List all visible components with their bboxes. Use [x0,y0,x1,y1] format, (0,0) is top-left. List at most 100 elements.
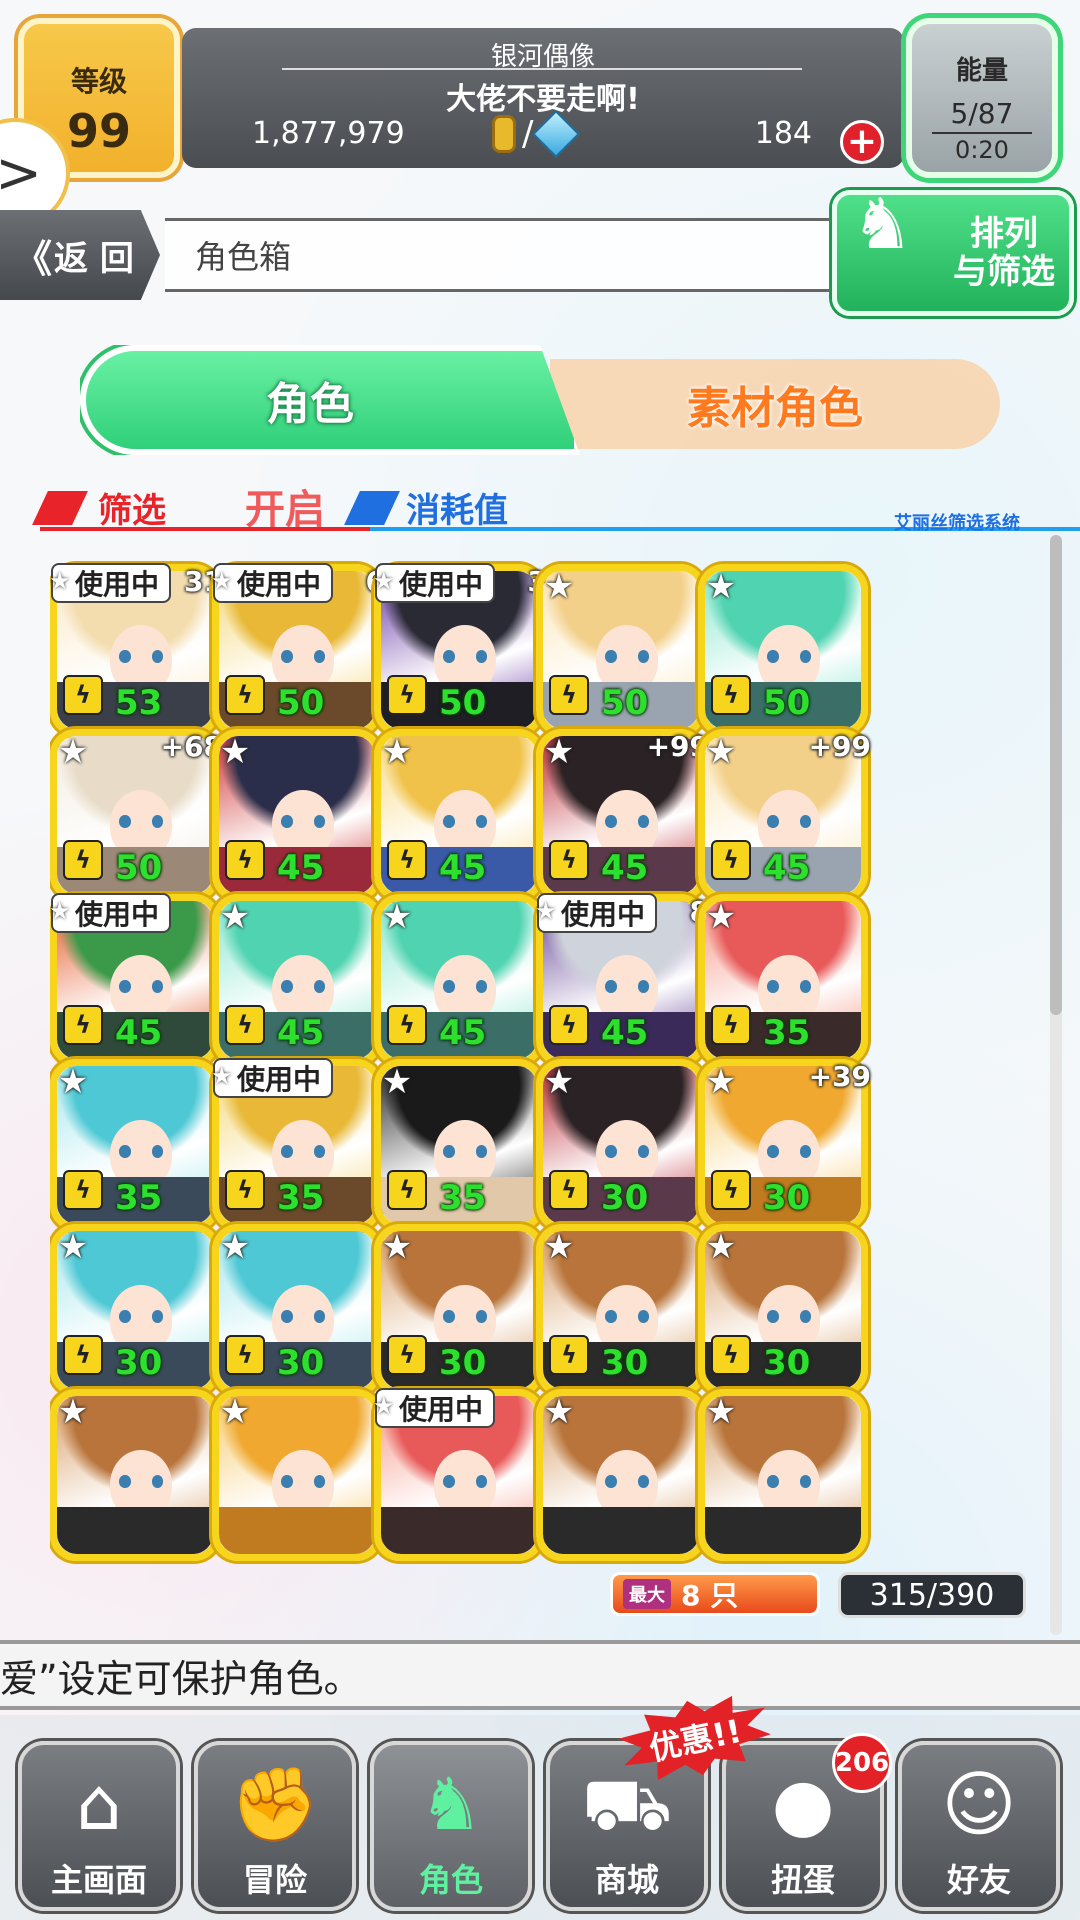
title-divider [282,68,802,70]
character-card[interactable]: 使用中31ϟ53★★★★★★ [50,563,223,743]
cost-bolt-icon: ϟ [387,1335,427,1375]
character-card[interactable]: ★ ϟ 35 ★★★★★★ [50,1059,220,1238]
max-capacity-badge: 最大 8 只 [610,1572,820,1616]
favorite-star-icon: ★ [543,1227,575,1267]
cost-value: 53 [115,683,163,723]
rabbit-icon: ♞ [418,1762,484,1846]
portrait-eyes [119,1475,164,1488]
favorite-star-icon: ★ [705,1392,737,1432]
character-card[interactable]: ★ϟ30★★★★★★ [374,1224,544,1403]
character-card[interactable]: ★ϟ45★★★★★★ [212,729,382,908]
cost-bolt-icon: ϟ [225,675,265,715]
cost-value: 30 [601,1343,649,1383]
cost-bolt-icon: ϟ [387,840,427,880]
coin-count: 1,877,979 [252,116,405,151]
character-card[interactable]: ★ [536,1389,706,1561]
portrait-eyes [767,815,812,828]
favorite-star-icon: ★ [57,1227,89,1267]
character-card[interactable]: ★ϟ30★★★★★★ [536,1224,706,1403]
cost-bolt-icon: ϟ [63,1335,103,1375]
cost-value: 35 [439,1178,487,1218]
character-card[interactable]: ★ϟ30★★★★★★ [698,1224,868,1403]
character-card[interactable]: ★+99ϟ45★★★★★★ [536,729,709,908]
in-use-badge: 使用中 [50,893,172,933]
character-card[interactable]: ★+99ϟ45★★★★★★ [698,729,871,908]
in-use-badge: 使用中 [211,1058,334,1098]
home-icon: ⌂ [76,1762,122,1846]
nav-home[interactable]: ⌂ 主画面 [18,1741,180,1911]
sort-filter-label: 排列 与筛选 [953,214,1055,292]
cost-value: 50 [277,683,325,723]
character-card[interactable]: 使用中6ϟ50★★★★★★ [211,563,385,743]
character-card[interactable]: ★ ϟ 35 ★★★★★★ [698,894,868,1073]
cost-bolt-icon: ϟ [63,675,103,715]
sort-by-cost[interactable]: 消耗值 [406,483,508,532]
cost-value: 45 [277,848,325,888]
portrait-eyes [119,1145,164,1158]
portrait-eyes [767,1310,812,1323]
character-card[interactable]: ★ [212,1389,382,1561]
favorite-star-icon: ★ [543,1392,575,1432]
coin-icon [492,115,516,153]
nav-characters[interactable]: ♞ 角色 [370,1741,532,1911]
back-button[interactable]: 《 返 回 [0,210,160,300]
character-card[interactable]: 使用中ϟ35★★★★★★ [211,1058,382,1238]
people-icon: ☺ [941,1762,1017,1846]
character-card[interactable]: ★ϟ30★★★★★★ [212,1224,382,1403]
character-card[interactable]: 使用中3ϟ50★★★★★★ [373,563,547,743]
character-card[interactable]: ★ ϟ 50 ★★★★★★ [698,564,868,743]
nav-gacha-label: 扭蛋 [770,1861,835,1899]
portrait-eyes [119,980,164,993]
character-card[interactable]: ★ ϟ 35 ★★★★★★ [374,1059,544,1238]
character-card[interactable]: ★ ϟ 50 ★★★★★★ [536,564,706,743]
character-card[interactable]: ★ϟ45★★★★★★ [374,729,544,908]
favorite-star-icon: ★ [219,897,251,937]
portrait-eyes [281,980,326,993]
cost-bolt-icon: ϟ [387,1170,427,1210]
tab-material-characters[interactable]: 素材角色 [550,359,1000,449]
character-card[interactable]: ★ [698,1389,868,1561]
character-card[interactable]: ★ [50,1389,220,1561]
energy-divider [932,132,1032,134]
tab-characters[interactable]: 角色 [80,345,580,455]
cost-value: 50 [763,683,811,723]
filter-system-label: 艾丽丝筛选系统 [894,513,1020,534]
character-card[interactable]: ★ϟ30★★★★★★ [536,1059,706,1238]
character-card[interactable]: 使用中 [373,1388,544,1561]
sort-filter-button[interactable]: ♞ 排列 与筛选 [832,189,1074,316]
favorite-star-icon: ★ [57,732,89,772]
scroll-thumb[interactable] [1050,535,1062,1015]
portrait-eyes [281,815,326,828]
gem-count: 184 [754,116,812,151]
nav-friends[interactable]: ☺ 好友 [898,1741,1060,1911]
favorite-star-icon: ★ [705,897,737,937]
add-gems-button[interactable]: + [840,120,884,164]
player-subtitle: 大佬不要走啊! [446,82,640,117]
cost-bolt-icon: ϟ [711,1335,751,1375]
favorite-star-icon: ★ [381,1062,413,1102]
character-card[interactable]: ★ +39 ϟ 30 ★★★★★★ [698,1059,871,1238]
portrait-eyes [767,650,812,663]
character-card[interactable]: 使用中8ϟ45★★★★★★ [535,893,709,1073]
nav-adventure[interactable]: ✊ 冒险 [194,1741,356,1911]
bottom-nav: ⌂ 主画面 ✊ 冒险 ♞ 角色 ⛟ 商城 ● 扭蛋 ☺ 好友 [0,1715,1080,1920]
nav-shop[interactable]: ⛟ 商城 [546,1741,708,1911]
cost-value: 45 [439,848,487,888]
character-card[interactable]: ★ϟ45★★★★★★ [212,894,382,1073]
character-card[interactable]: ★ϟ45★★★★★★ [374,894,544,1073]
cost-value: 30 [601,1178,649,1218]
portrait-outfit [381,1506,537,1554]
nav-adventure-label: 冒险 [242,1861,307,1899]
cost-bolt-icon: ϟ [387,675,427,715]
character-card[interactable]: ★+68ϟ50★★★★★★ [50,729,223,908]
energy-box[interactable]: 能量 5/87 0:20 [906,18,1058,178]
character-card[interactable]: 使用中ϟ45★★★★★★ [50,893,220,1073]
character-card[interactable]: ★ϟ30★★★★★★ [50,1224,220,1403]
back-chevron-icon: 《 [14,236,52,281]
cost-value: 50 [115,848,163,888]
nav-friends-label: 好友 [946,1861,1011,1899]
cost-value: 30 [439,1343,487,1383]
filter-toggle[interactable]: 筛选 [98,483,166,532]
filter-divider [40,527,385,531]
grid-scrollbar[interactable] [1050,535,1062,1635]
